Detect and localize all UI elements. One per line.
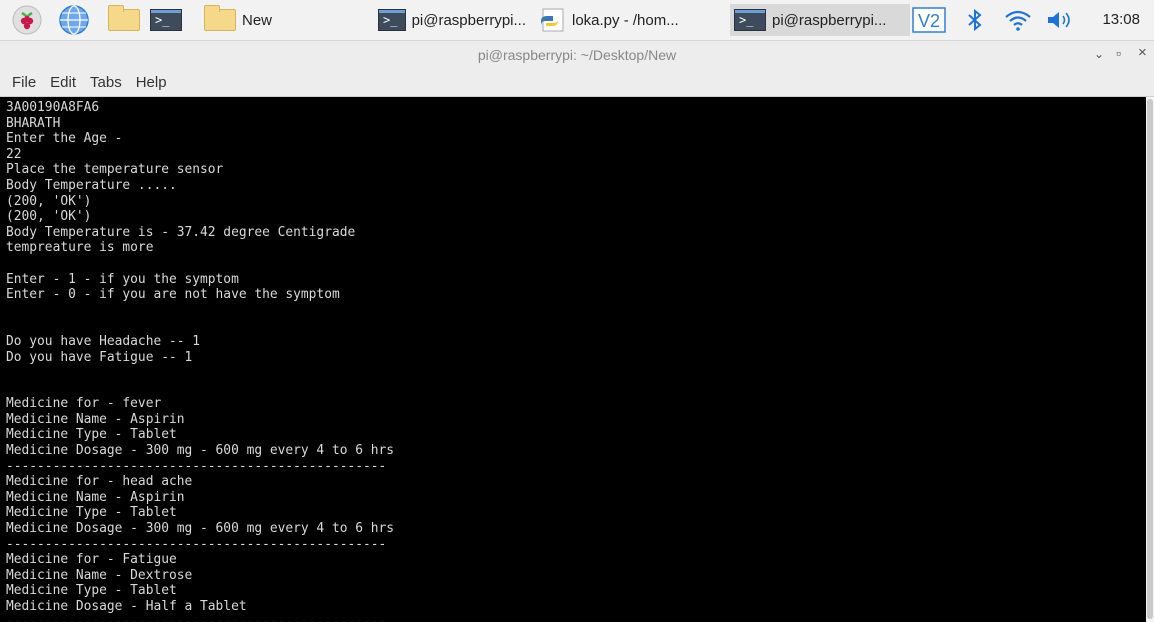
- terminal-line: (200, 'OK'): [6, 193, 92, 209]
- task-editor[interactable]: loka.py - /hom...: [534, 4, 720, 36]
- terminal-line: Do you have Fatigue -- 1: [6, 349, 193, 365]
- file-manager-icon[interactable]: [108, 4, 140, 36]
- terminal-line: ----------------------------------------…: [6, 615, 1146, 622]
- wifi-icon[interactable]: [1004, 0, 1032, 40]
- terminal-output[interactable]: 3A00190A8FA6 BHARATH Enter the Age -22 Plac…: [0, 97, 1146, 622]
- close-button[interactable]: ×: [1138, 44, 1147, 61]
- terminal-line: Medicine for - fever: [6, 396, 162, 412]
- terminal-line: Medicine Dosage - Half a Tablet: [6, 599, 247, 614]
- terminal-line: Medicine Name - Aspirin: [6, 489, 185, 505]
- terminal-icon: >_: [734, 9, 766, 31]
- terminal-line: Medicine Type - Tablet: [6, 505, 177, 521]
- terminal-line: Enter - 1 - if you the symptom: [6, 271, 239, 287]
- terminal-launcher[interactable]: >_: [150, 4, 182, 36]
- terminal-line: Do you have Headache -- 1: [6, 333, 201, 349]
- menu-tabs[interactable]: Tabs: [90, 74, 122, 91]
- svg-text:V2: V2: [918, 11, 940, 31]
- task-terminal-2[interactable]: >_ pi@raspberrypi...: [730, 4, 910, 36]
- menubar: File Edit Tabs Help: [0, 69, 1154, 97]
- scrollbar-thumb[interactable]: [1147, 99, 1153, 619]
- terminal-icon: >_: [150, 9, 182, 31]
- task-terminal-1-label: pi@raspberrypi...: [411, 11, 526, 29]
- terminal-line: Body Temperature is - 37.42 degree Centi…: [6, 224, 356, 240]
- terminal-line: 3A00190A8FA6: [6, 100, 100, 115]
- python-file-icon: [541, 8, 564, 32]
- terminal-line: Medicine for - Fatigue: [6, 552, 177, 568]
- menu-edit[interactable]: Edit: [50, 74, 76, 91]
- terminal-line: Body Temperature .....: [6, 177, 177, 193]
- menu-file[interactable]: File: [12, 74, 36, 91]
- terminal-line: Medicine for - head ache: [6, 474, 193, 490]
- terminal-line: Medicine Type - Tablet: [6, 583, 177, 599]
- terminal-line: (200, 'OK'): [6, 209, 92, 225]
- window-title: pi@raspberrypi: ~/Desktop/New: [477, 47, 677, 63]
- terminal-line: ----------------------------------------…: [6, 536, 387, 552]
- maximize-button[interactable]: ▫: [1116, 45, 1121, 61]
- volume-icon[interactable]: [1046, 0, 1074, 40]
- folder-icon: [204, 5, 236, 31]
- terminal-line: Medicine Name - Dextrose: [6, 567, 193, 583]
- menu-help[interactable]: Help: [136, 74, 167, 91]
- terminal-line: Medicine Dosage - 300 mg - 600 mg every …: [6, 521, 395, 537]
- raspberry-menu-icon[interactable]: [12, 4, 42, 36]
- folder-new-button[interactable]: New: [200, 4, 276, 36]
- bluetooth-icon[interactable]: [966, 0, 984, 40]
- window-titlebar[interactable]: pi@raspberrypi: ~/Desktop/New ⌄ ▫ ×: [0, 41, 1154, 69]
- clock[interactable]: 13:08: [1102, 0, 1140, 40]
- terminal-line: BHARATH: [6, 115, 61, 131]
- web-browser-icon[interactable]: [58, 4, 90, 36]
- terminal-line: Medicine Name - Aspirin: [6, 411, 185, 427]
- terminal-line: Medicine Dosage - 300 mg - 600 mg every …: [6, 443, 395, 459]
- terminal-line: tempreature is more: [6, 240, 154, 256]
- terminal-line: Enter the Age -: [6, 131, 123, 147]
- folder-icon: [108, 5, 140, 31]
- terminal-line: Medicine Type - Tablet: [6, 427, 177, 443]
- folder-new-label: New: [242, 11, 273, 29]
- terminal-icon: >_: [378, 9, 406, 31]
- terminal-line: 22: [6, 146, 22, 162]
- terminal-line: Place the temperature sensor: [6, 162, 224, 178]
- taskbar: >_ New >_ pi@raspberrypi... loka.py - /h…: [0, 0, 1154, 41]
- terminal-scrollbar[interactable]: [1146, 97, 1154, 622]
- terminal-line: ----------------------------------------…: [6, 458, 387, 474]
- task-editor-label: loka.py - /hom...: [572, 11, 679, 29]
- terminal-line: Enter - 0 - if you are not have the symp…: [6, 287, 340, 303]
- vnc-icon[interactable]: V2: [912, 0, 946, 40]
- task-terminal-2-label: pi@raspberrypi...: [772, 11, 887, 29]
- minimize-button[interactable]: ⌄: [1094, 47, 1104, 61]
- task-terminal-1[interactable]: >_ pi@raspberrypi...: [374, 4, 530, 36]
